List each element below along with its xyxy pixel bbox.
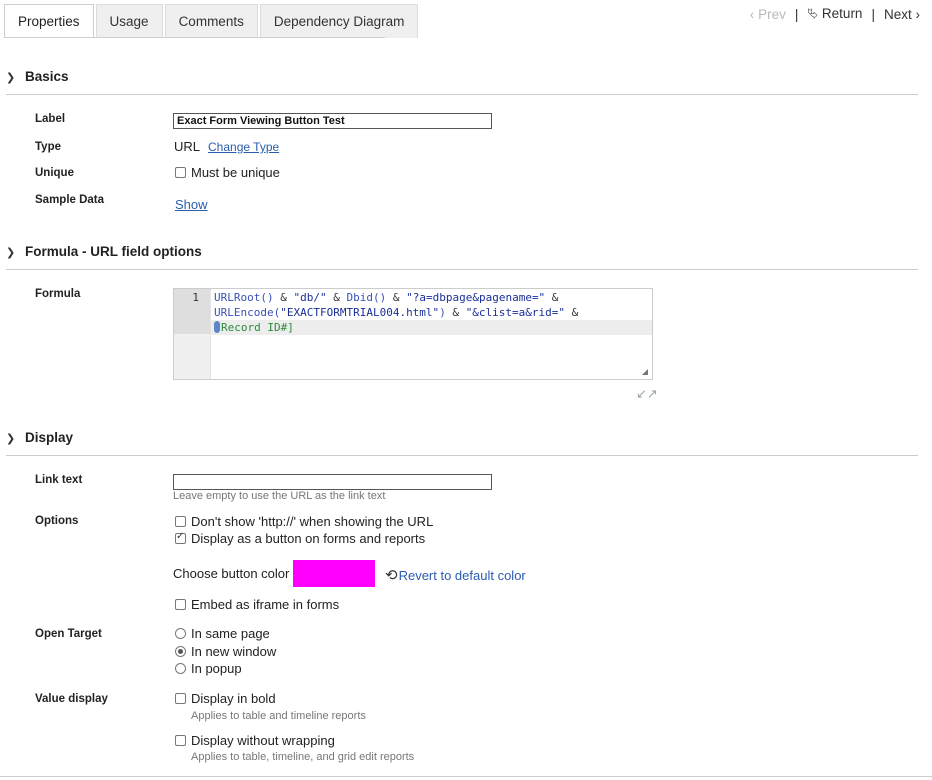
label-label: Label <box>35 113 66 125</box>
code-token: URLRoot() <box>214 291 274 304</box>
chevron-down-icon: ❯ <box>6 433 16 445</box>
no-http-text: Don't show 'http://' when showing the UR… <box>191 514 434 529</box>
link-text-hint: Leave empty to use the URL as the link t… <box>173 490 386 502</box>
revert-color-link[interactable]: ⟲Revert to default color <box>385 566 526 584</box>
code-token: & <box>445 306 466 319</box>
code-line: URLRoot() & "db/" & Dbid() & "?a=dbpage&… <box>214 290 652 305</box>
line-number: 1 <box>192 291 199 304</box>
type-value: URL <box>174 139 201 154</box>
return-label: Return <box>821 6 863 21</box>
display-as-button-text: Display as a button on forms and reports <box>191 531 426 546</box>
formula-label: Formula <box>35 288 81 300</box>
change-type-link[interactable]: Change Type <box>208 140 279 154</box>
code-token: Dbid() <box>346 291 387 304</box>
display-bold-text: Display in bold <box>191 691 276 706</box>
line-gutter: 1 <box>174 289 211 379</box>
record-nav: ‹ Prev | ⮱ Return | Next › <box>750 6 920 22</box>
next-label: Next <box>883 6 912 22</box>
section-title: Display <box>25 430 74 445</box>
code-token: "db/" <box>293 291 327 304</box>
display-bold-checkbox[interactable] <box>175 693 186 704</box>
return-arrow-icon: ⮱ <box>807 6 819 21</box>
code-token: ) <box>439 306 446 319</box>
code-token: & <box>386 291 407 304</box>
return-link[interactable]: ⮱ Return <box>807 6 862 22</box>
code-line: URLEncode("EXACTFORMTRIAL004.html") & "&… <box>214 305 652 320</box>
code-token: & <box>326 291 347 304</box>
section-title: Basics <box>25 69 69 84</box>
no-wrap-hint: Applies to table, timeline, and grid edi… <box>191 751 415 763</box>
prev-link[interactable]: ‹ Prev <box>750 7 786 22</box>
prev-label: Prev <box>758 6 786 22</box>
chevron-right-icon: › <box>915 6 921 22</box>
code-token: "?a=dbpage&pagename=" <box>406 291 546 304</box>
code-token: "EXACTFORMTRIAL004.html" <box>280 306 440 319</box>
target-popup-radio[interactable] <box>175 663 186 674</box>
unique-label: Unique <box>35 167 74 179</box>
target-popup-text: In popup <box>191 661 242 676</box>
no-wrap-text: Display without wrapping <box>191 733 335 748</box>
resize-handle[interactable] <box>642 369 648 375</box>
chevron-down-icon: ❯ <box>6 72 16 84</box>
code-token: & <box>273 291 294 304</box>
tab-bar: Properties Usage Comments Dependency Dia… <box>4 4 420 38</box>
show-sample-link[interactable]: Show <box>175 197 208 212</box>
section-formula[interactable]: ❯ Formula - URL field options <box>6 244 918 270</box>
must-be-unique-checkbox[interactable] <box>175 167 186 178</box>
chevron-left-icon: ‹ <box>749 6 755 22</box>
chevron-down-icon: ❯ <box>6 247 16 259</box>
target-new-text: In new window <box>191 644 277 659</box>
revert-color-text: Revert to default color <box>398 568 526 583</box>
button-color-swatch[interactable] <box>293 560 375 587</box>
field-reference: Record ID#] <box>221 321 294 334</box>
type-label: Type <box>35 141 61 153</box>
display-as-button-checkbox[interactable] <box>175 531 186 544</box>
label-input[interactable]: Exact Form Viewing Button Test <box>173 113 492 129</box>
code-token: "&clist=a&rid=" <box>465 306 566 319</box>
nav-separator: | <box>794 6 799 22</box>
sample-data-label: Sample Data <box>35 194 105 206</box>
tab-properties[interactable]: Properties <box>4 4 94 38</box>
open-target-label: Open Target <box>35 628 102 640</box>
code-line: Record ID#] <box>214 320 652 335</box>
embed-iframe-text: Embed as iframe in forms <box>191 597 340 612</box>
nav-separator: | <box>871 6 875 22</box>
collapse-icon[interactable]: ↙↗ <box>636 386 658 402</box>
next-link[interactable]: Next › <box>884 7 920 22</box>
choose-color-label: Choose button color <box>173 566 290 581</box>
target-new-radio[interactable] <box>175 646 186 657</box>
formula-editor[interactable]: 1 URLRoot() & "db/" & Dbid() & "?a=dbpag… <box>173 288 653 380</box>
embed-iframe-checkbox[interactable] <box>175 599 186 610</box>
link-text-label: Link text <box>35 474 83 486</box>
link-text-input[interactable] <box>173 474 492 490</box>
no-wrap-checkbox[interactable] <box>175 735 186 746</box>
no-http-checkbox[interactable] <box>175 516 186 527</box>
section-title: Formula - URL field options <box>25 244 202 259</box>
tab-underline <box>4 37 385 38</box>
target-same-text: In same page <box>191 626 270 641</box>
code-token: & <box>545 291 559 304</box>
display-bold-hint: Applies to table and timeline reports <box>191 710 366 722</box>
formula-code[interactable]: URLRoot() & "db/" & Dbid() & "?a=dbpage&… <box>211 290 652 335</box>
options-label: Options <box>35 515 79 527</box>
section-basics[interactable]: ❯ Basics <box>6 69 918 95</box>
value-display-label: Value display <box>35 693 108 705</box>
code-token: URLEncode( <box>214 306 281 319</box>
undo-icon: ⟲ <box>385 567 398 584</box>
section-display[interactable]: ❯ Display <box>6 430 918 456</box>
tab-usage[interactable]: Usage <box>95 4 163 38</box>
tab-dependency-diagram[interactable]: Dependency Diagram <box>259 4 419 38</box>
bracket-match-highlight <box>214 321 220 333</box>
target-same-radio[interactable] <box>175 628 186 639</box>
tab-comments[interactable]: Comments <box>164 4 258 38</box>
bottom-divider <box>0 776 932 777</box>
code-token: & <box>565 306 579 319</box>
must-be-unique-text: Must be unique <box>191 165 280 180</box>
